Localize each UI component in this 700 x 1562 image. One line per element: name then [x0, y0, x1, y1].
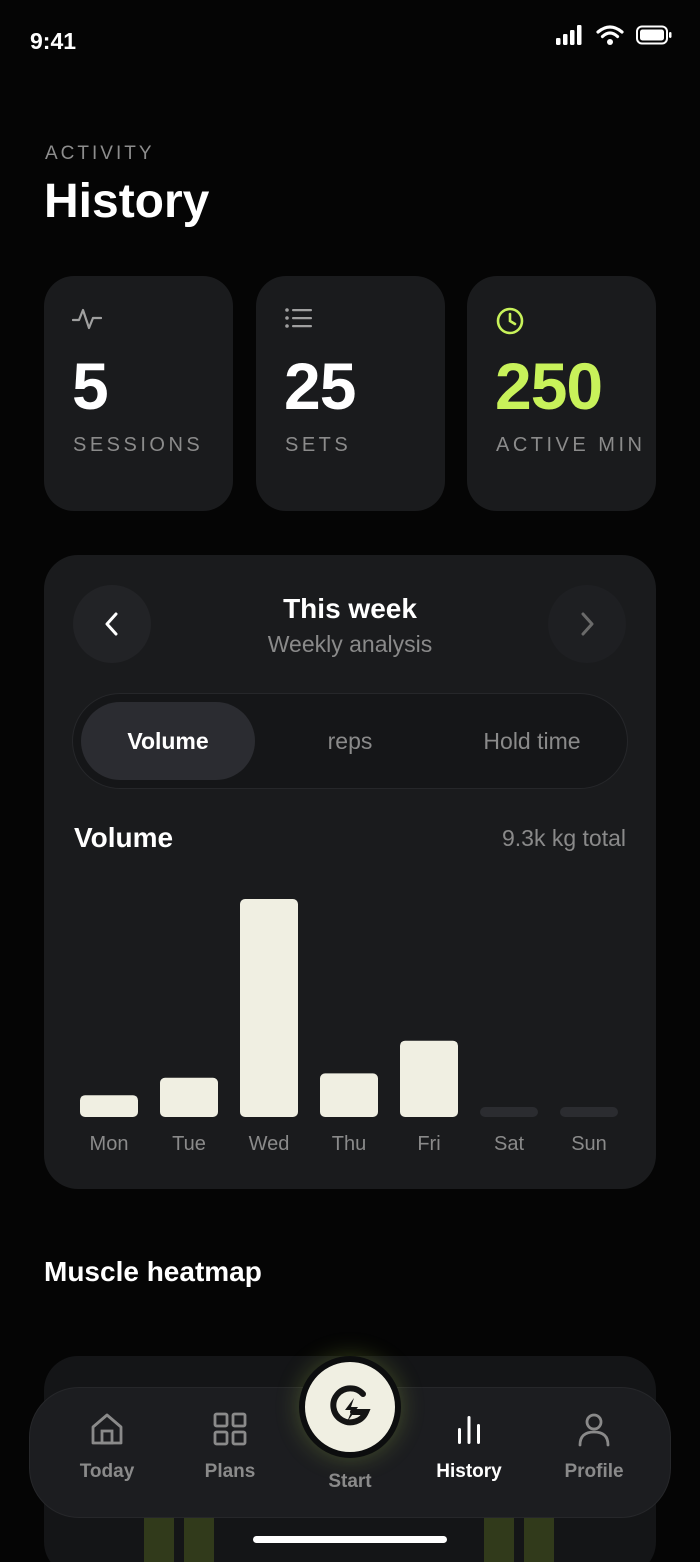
- tab-label: Today: [79, 1461, 135, 1482]
- chart-total: 9.3k kg total: [501, 825, 626, 851]
- x-tick-label: Tue: [172, 1133, 206, 1155]
- x-tick-label: Fri: [417, 1133, 440, 1155]
- bar-fri: [400, 1040, 458, 1117]
- tab-hold-time[interactable]: Hold time: [445, 702, 619, 780]
- user-icon: [578, 1413, 610, 1447]
- x-tick-label: Thu: [332, 1133, 366, 1155]
- stat-value: 25: [284, 349, 356, 423]
- tab-history[interactable]: History: [414, 1410, 524, 1483]
- bar-tue: [160, 1077, 218, 1117]
- page-eyebrow: ACTIVITY: [45, 143, 155, 164]
- clock-icon: [496, 307, 524, 335]
- x-tick-label: Sun: [571, 1133, 607, 1155]
- tab-profile[interactable]: Profile: [539, 1410, 649, 1483]
- bar-sun: [560, 1107, 618, 1117]
- heatmap-title: Muscle heatmap: [44, 1256, 262, 1287]
- tab-today[interactable]: Today: [52, 1410, 162, 1483]
- lightning-logo-icon: [330, 1385, 371, 1426]
- bar-mon: [80, 1095, 138, 1117]
- status-bar: 9:41: [0, 0, 700, 84]
- tab-label: Profile: [564, 1461, 624, 1482]
- start-workout-button[interactable]: [299, 1356, 401, 1458]
- volume-bar-chart: Mon Tue Wed Thu Fri Sat Sun: [80, 899, 618, 1155]
- tab-label: Plans: [204, 1461, 256, 1482]
- status-time: 9:41: [30, 28, 77, 54]
- weekly-analysis-card: This week Weekly analysis Volume reps Ho…: [44, 555, 656, 1189]
- bar-chart-icon: [458, 1416, 480, 1444]
- stat-label: ACTIVE MIN: [496, 434, 646, 456]
- stat-card-sessions: 5 SESSIONS: [44, 276, 233, 511]
- chart-title: Volume: [74, 822, 174, 853]
- bar-thu: [320, 1073, 378, 1117]
- x-tick-label: Sat: [494, 1133, 524, 1155]
- start-label: Start: [328, 1471, 372, 1492]
- next-week-button[interactable]: [548, 585, 626, 663]
- home-icon: [91, 1413, 123, 1445]
- tab-plans[interactable]: Plans: [175, 1410, 285, 1483]
- tab-reps[interactable]: reps: [263, 702, 437, 780]
- stat-card-active-min: 250 ACTIVE MIN: [467, 276, 656, 511]
- x-tick-label: Wed: [249, 1133, 290, 1155]
- wifi-icon: [596, 25, 624, 45]
- x-tick-label: Mon: [90, 1133, 129, 1155]
- list-icon: [285, 308, 312, 328]
- page-title: History: [44, 175, 210, 228]
- battery-icon: [636, 25, 672, 45]
- stat-label: SETS: [285, 434, 352, 456]
- tab-volume[interactable]: Volume: [81, 702, 255, 780]
- chevron-right-icon: [581, 612, 594, 636]
- stat-label: SESSIONS: [73, 434, 204, 456]
- grid-icon: [213, 1412, 247, 1446]
- home-indicator: [253, 1536, 447, 1543]
- stat-card-sets: 25 SETS: [256, 276, 445, 511]
- metric-segmented-control: Volume reps Hold time: [72, 693, 628, 789]
- cellular-signal-icon: [556, 25, 582, 45]
- bar-sat: [480, 1107, 538, 1117]
- activity-pulse-icon: [72, 308, 102, 330]
- stat-value: 250: [495, 349, 603, 423]
- stat-value: 5: [72, 349, 109, 423]
- bar-wed: [240, 899, 298, 1117]
- tab-label: History: [436, 1461, 502, 1482]
